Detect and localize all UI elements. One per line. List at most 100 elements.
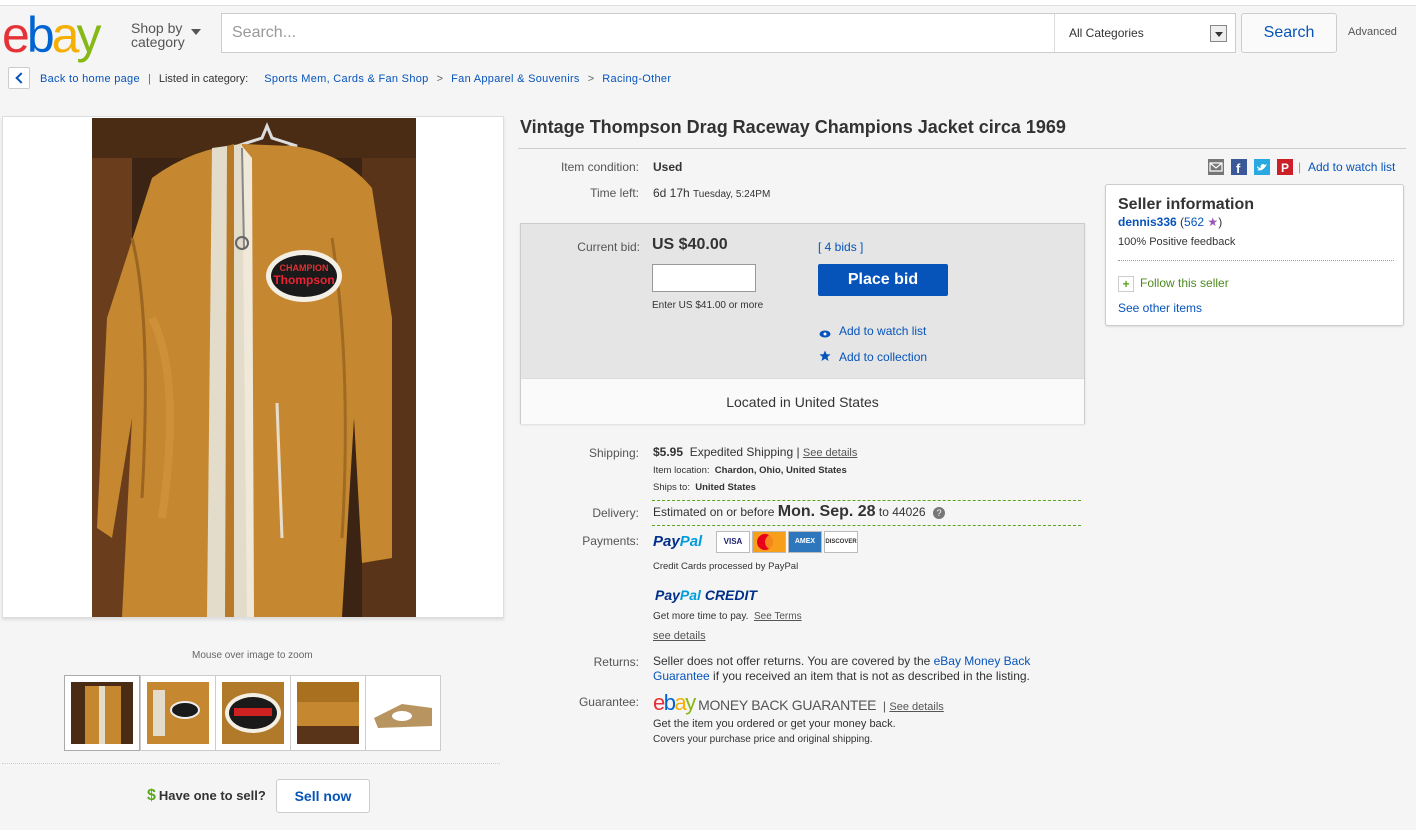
seller-name: dennis336 (562 ★) (1118, 215, 1223, 229)
share-add-to-watch-list-link[interactable]: Add to watch list (1308, 160, 1395, 174)
breadcrumb-separator: > (587, 73, 595, 85)
bid-hint: Enter US $41.00 or more (652, 300, 764, 311)
guarantee-label: Guarantee: (578, 695, 639, 709)
paypal-logo: PayPal (653, 533, 703, 550)
see-terms-link[interactable]: See Terms (754, 611, 802, 622)
payments-see-details-link[interactable]: see details (653, 630, 706, 642)
follow-seller-link[interactable]: + Follow this seller (1118, 276, 1229, 292)
credit-cards-processed: Credit Cards processed by PayPal (653, 561, 799, 572)
delivery-estimate: Estimated on or before Mon. Sep. 28 to 4… (653, 503, 945, 521)
breadcrumb-item[interactable]: Sports Mem, Cards & Fan Shop (264, 73, 428, 85)
chevron-down-icon (191, 29, 201, 35)
thumbnail[interactable] (290, 675, 366, 751)
guarantee-line2: Covers your purchase price and original … (653, 734, 873, 745)
thumbnail[interactable] (215, 675, 291, 751)
paypal-credit-text: Get more time to pay. See Terms (653, 611, 802, 622)
guarantee-see-details-link[interactable]: See details (889, 701, 943, 713)
time-left-value: 6d 17h Tuesday, 5:24PM (653, 186, 771, 200)
add-to-collection-link[interactable]: Add to collection (839, 350, 927, 364)
twitter-icon[interactable] (1254, 159, 1270, 175)
dropdown-arrow-icon (1210, 25, 1227, 42)
breadcrumb-item[interactable]: Fan Apparel & Souvenirs (451, 73, 580, 85)
category-select[interactable]: All Categories (1054, 14, 1235, 52)
bids-link[interactable]: [ 4 bids ] (818, 240, 863, 254)
breadcrumb-separator: > (436, 73, 444, 85)
dashed-divider (652, 500, 1081, 501)
dashed-divider (652, 525, 1081, 526)
purple-star-icon: ★ (1207, 215, 1219, 229)
help-icon[interactable]: ? (932, 506, 945, 519)
seller-info-box: Seller information dennis336 (562 ★) 100… (1105, 184, 1404, 326)
seller-info-heading: Seller information (1118, 196, 1255, 213)
delivery-label: Delivery: (592, 506, 639, 520)
divider (2, 763, 500, 764)
thumbnail[interactable] (64, 675, 140, 751)
back-arrow-icon[interactable] (8, 67, 30, 89)
mastercard-icon (752, 531, 786, 553)
breadcrumb-item[interactable]: Racing-Other (602, 73, 671, 85)
positive-feedback: 100% Positive feedback (1118, 236, 1236, 248)
item-title: Vintage Thompson Drag Raceway Champions … (520, 117, 1066, 137)
payments-label: Payments: (582, 534, 639, 548)
condition-label: Item condition: (560, 160, 639, 174)
feedback-score-link[interactable]: 562 (1184, 215, 1204, 229)
jacket-photo[interactable]: CHAMPION Thompson (92, 118, 416, 617)
header: ebay Shop by category All Categories Sea… (0, 6, 1416, 60)
returns-text: Seller does not offer returns. You are c… (653, 654, 1031, 683)
returns-label: Returns: (593, 655, 639, 669)
thumbnail[interactable] (140, 675, 216, 751)
item-location: Item location: Chardon, Ohio, United Sta… (653, 465, 847, 476)
svg-text:Thompson: Thompson (273, 273, 334, 287)
back-to-home-link[interactable]: Back to home page (40, 73, 140, 85)
visa-icon: VISA (716, 531, 750, 553)
guarantee-line1: Get the item you ordered or get your mon… (653, 718, 896, 730)
ebay-logo[interactable]: ebay (2, 10, 101, 60)
time-left-detail: Tuesday, 5:24PM (693, 189, 771, 200)
sell-now-button[interactable]: Sell now (276, 779, 370, 813)
condition-value: Used (653, 160, 683, 174)
have-one-to-sell: $ Have one to sell? (147, 787, 266, 804)
dollar-icon: $ (147, 787, 156, 804)
title-divider (518, 148, 1406, 149)
zoom-hint: Mouse over image to zoom (192, 650, 313, 661)
dotted-divider (1118, 260, 1394, 261)
current-bid-label: Current bid: (577, 240, 640, 254)
facebook-icon[interactable]: f (1231, 159, 1247, 176)
advanced-search-link[interactable]: Advanced (1348, 26, 1397, 38)
amex-icon: AMEX (788, 531, 822, 553)
bid-amount-input[interactable] (652, 264, 756, 292)
add-to-watch-list-link[interactable]: Add to watch list (839, 324, 926, 338)
thumbnail[interactable] (365, 675, 441, 751)
money-back-logo: ebay MONEY BACK GUARANTEE | See details (653, 690, 944, 715)
shipping-value: $5.95 Expedited Shipping | See details (653, 445, 858, 459)
main-image-panel[interactable]: CHAMPION Thompson (2, 116, 504, 618)
bid-panel: Current bid: US $40.00 [ 4 bids ] Enter … (520, 223, 1085, 424)
shop-by-line1: Shop by (131, 20, 183, 36)
see-other-items-link[interactable]: See other items (1118, 301, 1202, 315)
svg-text:f: f (1236, 161, 1241, 175)
shop-by-category-button[interactable]: Shop by category (131, 20, 201, 49)
current-bid-value: US $40.00 (652, 236, 728, 253)
listed-in-label: Listed in category: (158, 73, 249, 85)
svg-text:P: P (1281, 161, 1289, 175)
plus-icon: + (1118, 276, 1134, 292)
place-bid-button[interactable]: Place bid (818, 264, 948, 296)
shipping-label: Shipping: (588, 446, 639, 460)
item-location-banner: Located in United States (521, 378, 1084, 424)
search-box: All Categories (221, 13, 1236, 53)
ebay-small-logo: ebay (653, 690, 696, 715)
star-icon (819, 349, 831, 361)
shipping-see-details-link[interactable]: See details (803, 447, 857, 459)
category-select-value: All Categories (1069, 26, 1144, 40)
discover-icon: DISCOVER (824, 531, 858, 553)
pinterest-icon[interactable]: P (1277, 159, 1293, 175)
search-input[interactable] (222, 14, 1052, 52)
email-icon[interactable] (1208, 159, 1224, 175)
eye-icon (819, 325, 831, 338)
seller-name-link[interactable]: dennis336 (1118, 215, 1177, 229)
svg-text:CHAMPION: CHAMPION (280, 263, 329, 273)
paypal-credit-logo: PayPal CREDIT (655, 587, 757, 603)
ships-to: Ships to: United States (653, 482, 756, 493)
time-left-label: Time left: (590, 186, 639, 200)
search-button[interactable]: Search (1241, 13, 1337, 53)
